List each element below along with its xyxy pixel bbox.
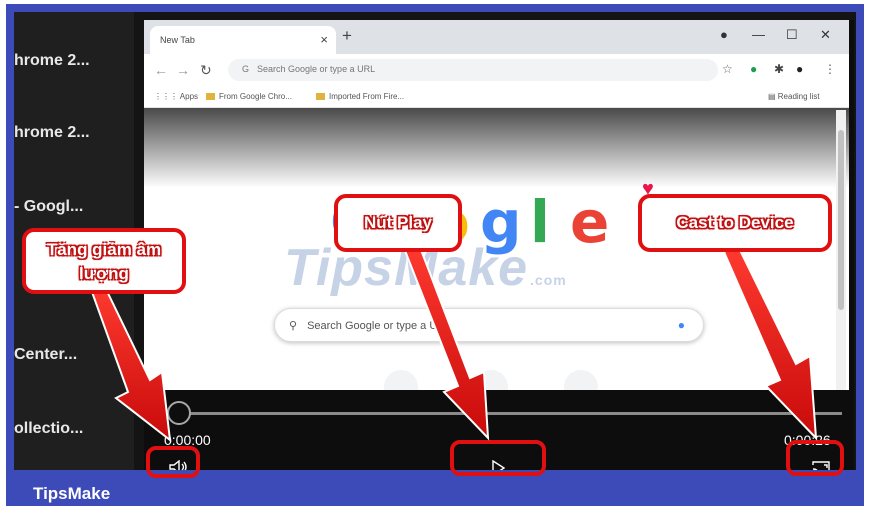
menu-icon: ⋮ [824,62,836,76]
search-icon: ⚲ [289,320,298,332]
puzzle-icon: ✱ [774,62,785,76]
play-highlight [450,440,546,476]
scrollbar [836,110,846,390]
bookmark-folder: Imported From Fire... [316,92,404,101]
tab-title: New Tab [160,35,195,45]
minimize-icon: — [752,27,765,42]
close-window-icon: ✕ [820,27,831,42]
browser-toolbar: ← → ↻ G Search Google or type a URL ☆ ● ✱… [144,54,849,86]
close-icon: × [320,32,328,47]
address-bar: G Search Google or type a URL [228,59,718,81]
seek-bar[interactable] [180,412,842,415]
playlist-item[interactable]: Center... [14,346,134,364]
browser-tab: New Tab × [150,26,336,54]
playlist-item[interactable]: ollectio... [14,420,134,438]
google-g-icon: G [242,64,250,74]
profile-icon: ● [720,27,728,42]
playlist-item[interactable]: - Googl... [14,198,134,216]
seek-handle[interactable] [167,401,191,425]
volume-callout: Tăng giảm âm lượng [22,228,186,294]
brand-footer: TipsMake [33,484,111,503]
address-placeholder: Search Google or type a URL [257,64,376,74]
google-search-box: ⚲ Search Google or type a URL ● [274,308,704,342]
play-callout: Nút Play [334,194,462,252]
microphone-icon: ● [677,318,685,332]
apps-bookmark: ⋮⋮⋮ Apps [154,92,199,101]
playlist-item[interactable]: hrome 2... [14,52,134,70]
reading-list: ▤ Reading list [768,92,820,101]
forward-icon: → [176,62,190,78]
cast-highlight [786,440,844,476]
shortcut-tile [474,370,508,390]
back-icon: ← [154,62,168,78]
bookmarks-bar: ⋮⋮⋮ Apps From Google Chro... Imported Fr… [144,86,849,108]
avatar-icon: ● [796,62,804,76]
new-tab-icon: + [342,26,352,45]
shortcut-tile [384,370,418,390]
video-shading [144,108,849,188]
tab-strip: New Tab × + ● — ☐ ✕ [144,20,849,54]
search-placeholder: Search Google or type a URL [307,320,452,332]
cast-callout: Cast to Device [638,194,832,252]
bookmark-folder: From Google Chro... [206,92,292,101]
playlist-item[interactable]: hrome 2... [14,124,134,142]
reload-icon: ↻ [200,62,212,78]
star-icon: ☆ [722,62,733,76]
volume-highlight [146,446,200,478]
shortcut-tile [564,370,598,390]
maximize-icon: ☐ [786,27,798,42]
extension-icon: ● [750,62,758,76]
